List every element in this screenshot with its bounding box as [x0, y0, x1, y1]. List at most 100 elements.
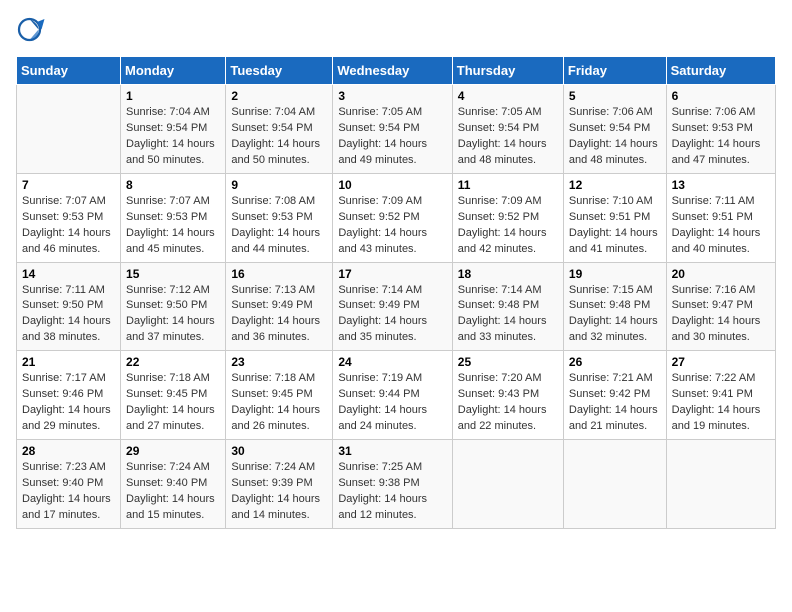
day-number: 14 [22, 267, 115, 281]
day-info: Sunrise: 7:22 AM Sunset: 9:41 PM Dayligh… [672, 371, 770, 435]
day-info: Sunrise: 7:18 AM Sunset: 9:45 PM Dayligh… [126, 371, 220, 435]
day-info: Sunrise: 7:04 AM Sunset: 9:54 PM Dayligh… [126, 105, 220, 169]
day-number: 7 [22, 178, 115, 192]
day-info: Sunrise: 7:11 AM Sunset: 9:50 PM Dayligh… [22, 283, 115, 347]
day-info: Sunrise: 7:15 AM Sunset: 9:48 PM Dayligh… [569, 283, 661, 347]
header-monday: Monday [121, 57, 226, 85]
header-tuesday: Tuesday [226, 57, 333, 85]
calendar-cell: 16 Sunrise: 7:13 AM Sunset: 9:49 PM Dayli… [226, 262, 333, 351]
day-number: 8 [126, 178, 220, 192]
day-number: 11 [458, 178, 558, 192]
day-info: Sunrise: 7:24 AM Sunset: 9:39 PM Dayligh… [231, 460, 327, 524]
calendar-cell: 14 Sunrise: 7:11 AM Sunset: 9:50 PM Dayli… [17, 262, 121, 351]
calendar-cell: 20 Sunrise: 7:16 AM Sunset: 9:47 PM Dayli… [666, 262, 775, 351]
calendar-cell [666, 440, 775, 529]
header-sunday: Sunday [17, 57, 121, 85]
day-number: 15 [126, 267, 220, 281]
day-info: Sunrise: 7:10 AM Sunset: 9:51 PM Dayligh… [569, 194, 661, 258]
week-row-5: 28 Sunrise: 7:23 AM Sunset: 9:40 PM Dayli… [17, 440, 776, 529]
day-number: 19 [569, 267, 661, 281]
calendar-cell: 23 Sunrise: 7:18 AM Sunset: 9:45 PM Dayli… [226, 351, 333, 440]
calendar-cell: 3Sunrise: 7:05 AM Sunset: 9:54 PM Daylig… [333, 85, 452, 174]
calendar-cell: 31 Sunrise: 7:25 AM Sunset: 9:38 PM Dayli… [333, 440, 452, 529]
calendar-cell: 15 Sunrise: 7:12 AM Sunset: 9:50 PM Dayli… [121, 262, 226, 351]
day-number: 23 [231, 355, 327, 369]
day-number: 28 [22, 444, 115, 458]
day-number: 24 [338, 355, 446, 369]
calendar-header-row: SundayMondayTuesdayWednesdayThursdayFrid… [17, 57, 776, 85]
day-info: Sunrise: 7:23 AM Sunset: 9:40 PM Dayligh… [22, 460, 115, 524]
calendar-cell: 17 Sunrise: 7:14 AM Sunset: 9:49 PM Dayli… [333, 262, 452, 351]
calendar-cell: 7 Sunrise: 7:07 AM Sunset: 9:53 PM Daylig… [17, 173, 121, 262]
calendar-cell: 22 Sunrise: 7:18 AM Sunset: 9:45 PM Dayli… [121, 351, 226, 440]
calendar-cell: 27 Sunrise: 7:22 AM Sunset: 9:41 PM Dayli… [666, 351, 775, 440]
day-info: Sunrise: 7:20 AM Sunset: 9:43 PM Dayligh… [458, 371, 558, 435]
header-wednesday: Wednesday [333, 57, 452, 85]
day-number: 5 [569, 89, 661, 103]
day-number: 26 [569, 355, 661, 369]
day-number: 22 [126, 355, 220, 369]
week-row-2: 7 Sunrise: 7:07 AM Sunset: 9:53 PM Daylig… [17, 173, 776, 262]
day-number: 20 [672, 267, 770, 281]
day-info: Sunrise: 7:07 AM Sunset: 9:53 PM Dayligh… [126, 194, 220, 258]
day-number: 10 [338, 178, 446, 192]
day-info: Sunrise: 7:25 AM Sunset: 9:38 PM Dayligh… [338, 460, 446, 524]
day-number: 6 [672, 89, 770, 103]
day-info: Sunrise: 7:09 AM Sunset: 9:52 PM Dayligh… [338, 194, 446, 258]
day-number: 27 [672, 355, 770, 369]
day-info: Sunrise: 7:19 AM Sunset: 9:44 PM Dayligh… [338, 371, 446, 435]
day-number: 16 [231, 267, 327, 281]
day-info: Sunrise: 7:21 AM Sunset: 9:42 PM Dayligh… [569, 371, 661, 435]
logo-icon [16, 16, 46, 46]
page-header [16, 16, 776, 46]
calendar-cell: 28 Sunrise: 7:23 AM Sunset: 9:40 PM Dayli… [17, 440, 121, 529]
day-info: Sunrise: 7:16 AM Sunset: 9:47 PM Dayligh… [672, 283, 770, 347]
calendar-cell: 9Sunrise: 7:08 AM Sunset: 9:53 PM Daylig… [226, 173, 333, 262]
calendar-cell [452, 440, 563, 529]
calendar-cell: 30 Sunrise: 7:24 AM Sunset: 9:39 PM Dayli… [226, 440, 333, 529]
calendar-cell [563, 440, 666, 529]
week-row-1: 1Sunrise: 7:04 AM Sunset: 9:54 PM Daylig… [17, 85, 776, 174]
day-info: Sunrise: 7:13 AM Sunset: 9:49 PM Dayligh… [231, 283, 327, 347]
calendar-cell: 6 Sunrise: 7:06 AM Sunset: 9:53 PM Daylig… [666, 85, 775, 174]
calendar-cell: 18 Sunrise: 7:14 AM Sunset: 9:48 PM Dayli… [452, 262, 563, 351]
calendar-cell: 13Sunrise: 7:11 AM Sunset: 9:51 PM Dayli… [666, 173, 775, 262]
day-number: 25 [458, 355, 558, 369]
day-number: 18 [458, 267, 558, 281]
day-info: Sunrise: 7:14 AM Sunset: 9:49 PM Dayligh… [338, 283, 446, 347]
calendar-cell: 8 Sunrise: 7:07 AM Sunset: 9:53 PM Daylig… [121, 173, 226, 262]
day-number: 9 [231, 178, 327, 192]
calendar-cell: 26 Sunrise: 7:21 AM Sunset: 9:42 PM Dayli… [563, 351, 666, 440]
day-info: Sunrise: 7:24 AM Sunset: 9:40 PM Dayligh… [126, 460, 220, 524]
day-number: 30 [231, 444, 327, 458]
calendar-cell: 1Sunrise: 7:04 AM Sunset: 9:54 PM Daylig… [121, 85, 226, 174]
calendar-cell: 5 Sunrise: 7:06 AM Sunset: 9:54 PM Daylig… [563, 85, 666, 174]
day-number: 12 [569, 178, 661, 192]
logo [16, 16, 50, 46]
day-number: 17 [338, 267, 446, 281]
calendar-cell: 19 Sunrise: 7:15 AM Sunset: 9:48 PM Dayli… [563, 262, 666, 351]
calendar-cell: 25 Sunrise: 7:20 AM Sunset: 9:43 PM Dayli… [452, 351, 563, 440]
day-info: Sunrise: 7:06 AM Sunset: 9:53 PM Dayligh… [672, 105, 770, 169]
day-info: Sunrise: 7:12 AM Sunset: 9:50 PM Dayligh… [126, 283, 220, 347]
header-thursday: Thursday [452, 57, 563, 85]
day-number: 3 [338, 89, 446, 103]
day-info: Sunrise: 7:09 AM Sunset: 9:52 PM Dayligh… [458, 194, 558, 258]
week-row-3: 14 Sunrise: 7:11 AM Sunset: 9:50 PM Dayli… [17, 262, 776, 351]
calendar-cell [17, 85, 121, 174]
day-info: Sunrise: 7:06 AM Sunset: 9:54 PM Dayligh… [569, 105, 661, 169]
day-info: Sunrise: 7:07 AM Sunset: 9:53 PM Dayligh… [22, 194, 115, 258]
day-number: 2 [231, 89, 327, 103]
calendar-table: SundayMondayTuesdayWednesdayThursdayFrid… [16, 56, 776, 529]
day-info: Sunrise: 7:04 AM Sunset: 9:54 PM Dayligh… [231, 105, 327, 169]
day-number: 31 [338, 444, 446, 458]
calendar-cell: 29Sunrise: 7:24 AM Sunset: 9:40 PM Dayli… [121, 440, 226, 529]
calendar-cell: 12 Sunrise: 7:10 AM Sunset: 9:51 PM Dayli… [563, 173, 666, 262]
calendar-cell: 11 Sunrise: 7:09 AM Sunset: 9:52 PM Dayli… [452, 173, 563, 262]
day-info: Sunrise: 7:18 AM Sunset: 9:45 PM Dayligh… [231, 371, 327, 435]
day-number: 4 [458, 89, 558, 103]
day-number: 13 [672, 178, 770, 192]
day-info: Sunrise: 7:14 AM Sunset: 9:48 PM Dayligh… [458, 283, 558, 347]
calendar-cell: 4Sunrise: 7:05 AM Sunset: 9:54 PM Daylig… [452, 85, 563, 174]
calendar-cell: 24 Sunrise: 7:19 AM Sunset: 9:44 PM Dayli… [333, 351, 452, 440]
